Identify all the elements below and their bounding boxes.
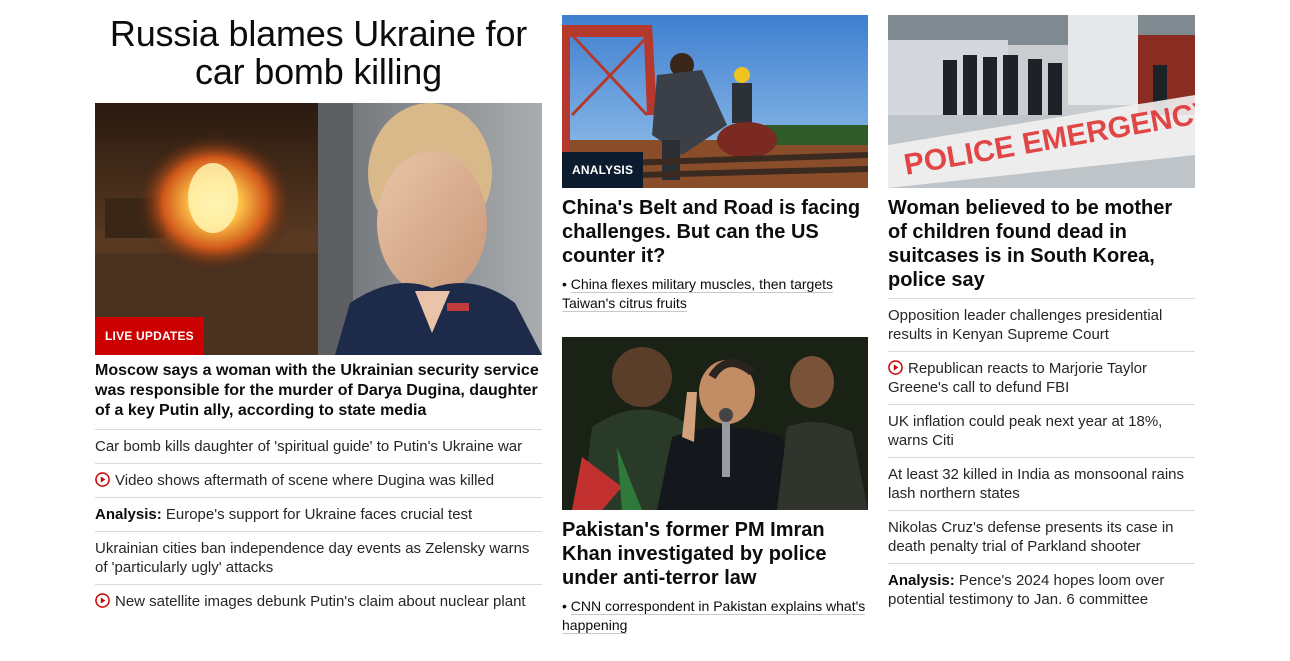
- more-stories-list: Opposition leader challenges presidentia…: [888, 298, 1195, 616]
- story-link[interactable]: UK inflation could peak next year at 18%…: [888, 404, 1195, 457]
- play-circle-icon: [888, 360, 903, 375]
- related-link[interactable]: Ukrainian cities ban independence day ev…: [95, 531, 542, 584]
- story-link[interactable]: Opposition leader challenges presidentia…: [888, 298, 1195, 351]
- related-link[interactable]: Analysis: Europe's support for Ukraine f…: [95, 497, 542, 531]
- rally-speaker-image: [562, 337, 868, 510]
- link-text: Ukrainian cities ban independence day ev…: [95, 540, 530, 576]
- imran-khan-related-link[interactable]: • CNN correspondent in Pakistan explains…: [562, 597, 868, 635]
- story-link[interactable]: Analysis: Pence's 2024 hopes loom over p…: [888, 563, 1195, 616]
- police-scene-image[interactable]: POLICE EMERGENCY: [888, 15, 1195, 188]
- link-text: CNN correspondent in Pakistan explains w…: [562, 598, 866, 634]
- link-prefix: Analysis:: [888, 572, 955, 589]
- live-updates-badge[interactable]: LIVE UPDATES: [95, 317, 204, 355]
- link-text: China flexes military muscles, then targ…: [562, 276, 834, 312]
- story-link[interactable]: At least 32 killed in India as monsoonal…: [888, 457, 1195, 510]
- related-link[interactable]: Video shows aftermath of scene where Dug…: [95, 463, 542, 497]
- story-link[interactable]: Republican reacts to Marjorie Taylor Gre…: [888, 351, 1195, 404]
- link-text: Opposition leader challenges presidentia…: [888, 307, 1163, 343]
- related-link[interactable]: New satellite images debunk Putin's clai…: [95, 584, 542, 618]
- main-story-lead[interactable]: Moscow says a woman with the Ukrainian s…: [95, 361, 542, 421]
- link-text: Nikolas Cruz's defense presents its case…: [888, 519, 1174, 555]
- play-circle-icon: [95, 593, 110, 608]
- link-text: Car bomb kills daughter of 'spiritual gu…: [95, 438, 523, 455]
- play-circle-icon: [95, 472, 110, 487]
- link-text: Republican reacts to Marjorie Taylor Gre…: [888, 360, 1147, 396]
- middle-column: ANALYSIS China's Belt and Road is facing…: [562, 15, 868, 635]
- link-text: Video shows aftermath of scene where Dug…: [115, 472, 495, 489]
- related-links-list: Car bomb kills daughter of 'spiritual gu…: [95, 429, 542, 618]
- belt-and-road-image[interactable]: ANALYSIS: [562, 15, 868, 188]
- main-story-column: Russia blames Ukraine for car bomb killi…: [95, 15, 542, 618]
- belt-and-road-headline[interactable]: China's Belt and Road is facing challeng…: [562, 196, 868, 268]
- belt-and-road-related-link[interactable]: • China flexes military muscles, then ta…: [562, 275, 868, 313]
- imran-khan-headline[interactable]: Pakistan's former PM Imran Khan investig…: [562, 518, 868, 590]
- link-text: At least 32 killed in India as monsoonal…: [888, 466, 1185, 502]
- link-text: UK inflation could peak next year at 18%…: [888, 413, 1163, 449]
- story-link[interactable]: Nikolas Cruz's defense presents its case…: [888, 510, 1195, 563]
- main-headline[interactable]: Russia blames Ukraine for car bomb killi…: [95, 15, 542, 91]
- link-prefix: Analysis:: [95, 506, 162, 523]
- related-link[interactable]: Car bomb kills daughter of 'spiritual gu…: [95, 429, 542, 463]
- main-story-image[interactable]: LIVE UPDATES: [95, 103, 542, 355]
- police-tape-scene-image: POLICE EMERGENCY: [888, 15, 1195, 188]
- link-text: New satellite images debunk Putin's clai…: [115, 593, 526, 610]
- korea-suitcases-headline[interactable]: Woman believed to be mother of children …: [888, 196, 1195, 292]
- right-column: POLICE EMERGENCY Woman believed to be mo…: [888, 15, 1195, 616]
- link-text: Europe's support for Ukraine faces cruci…: [165, 506, 473, 523]
- analysis-badge[interactable]: ANALYSIS: [562, 152, 644, 188]
- imran-khan-image[interactable]: [562, 337, 868, 510]
